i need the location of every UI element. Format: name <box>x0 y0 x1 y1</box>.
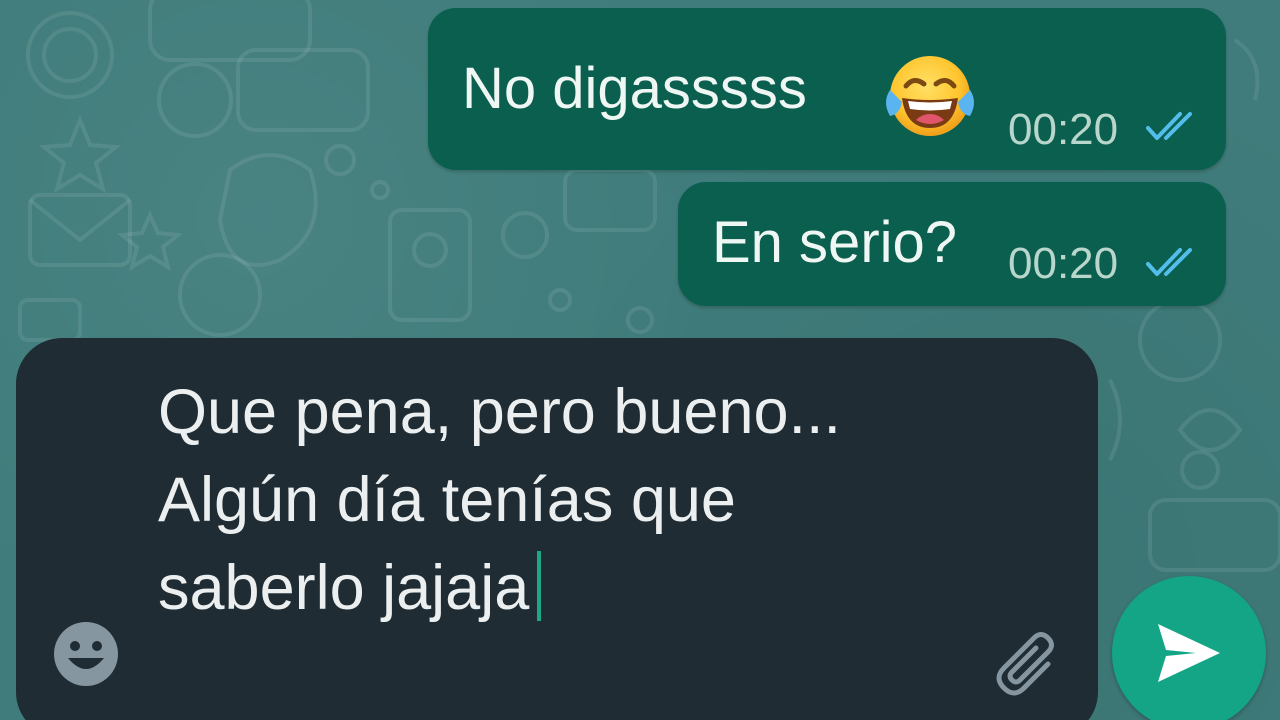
outgoing-message-bubble[interactable]: No digasssss 00:20 <box>428 8 1226 170</box>
message-text: No digasssss <box>462 56 807 121</box>
message-input-text: Que pena, pero bueno... Algún día tenías… <box>158 377 842 623</box>
message-text: En serio? <box>712 210 958 275</box>
message-composer[interactable]: Que pena, pero bueno... Algún día tenías… <box>16 338 1098 720</box>
read-double-check-icon <box>1146 110 1200 144</box>
send-arrow-icon <box>1158 624 1220 682</box>
message-time: 00:20 <box>1008 105 1119 154</box>
message-input[interactable]: Que pena, pero bueno... Algún día tenías… <box>158 368 858 632</box>
read-double-check-icon <box>1146 246 1200 280</box>
paperclip-icon[interactable] <box>990 618 1070 698</box>
message-time: 00:20 <box>1008 239 1119 288</box>
smiley-icon[interactable] <box>52 620 120 688</box>
outgoing-message-bubble[interactable]: En serio? 00:20 <box>678 182 1226 306</box>
face-with-tears-of-joy-icon <box>882 46 978 142</box>
send-button[interactable] <box>1112 576 1266 720</box>
text-caret <box>537 551 542 621</box>
